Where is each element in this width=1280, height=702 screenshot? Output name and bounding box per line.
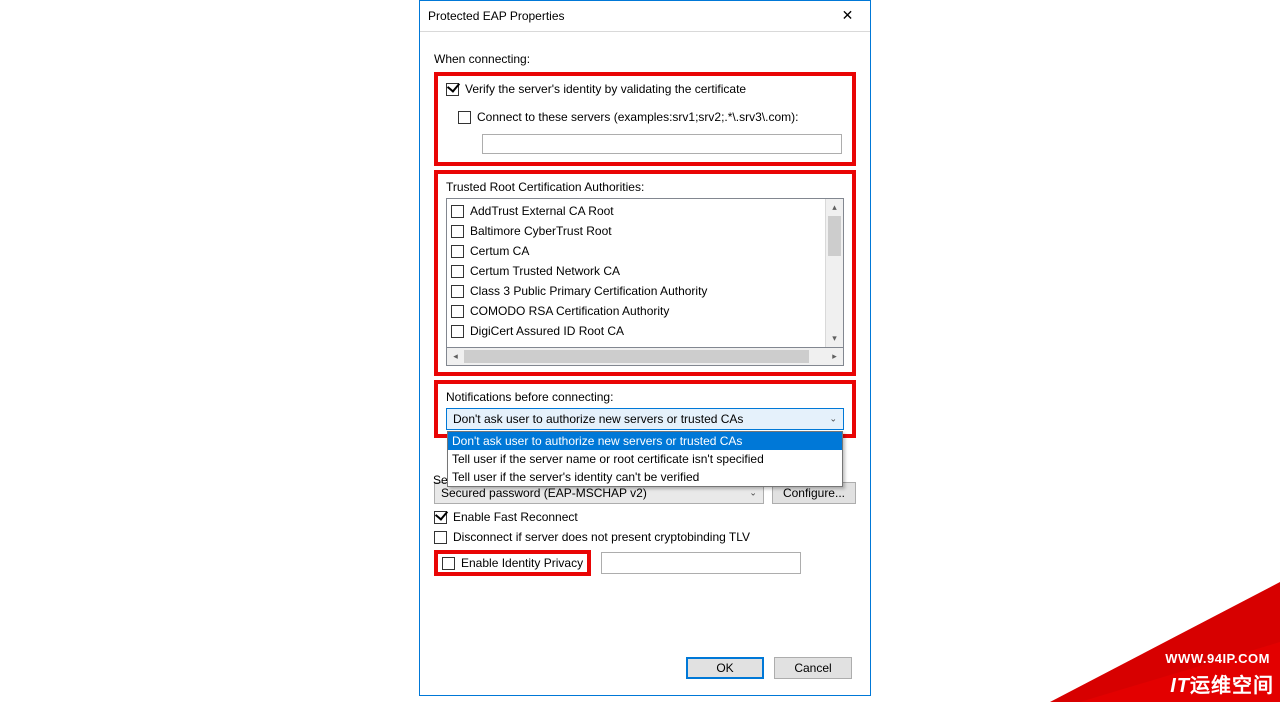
connect-servers-label: Connect to these servers (examples:srv1;…: [477, 110, 798, 124]
identity-privacy-input[interactable]: [601, 552, 801, 574]
verify-identity-label: Verify the server's identity by validati…: [465, 82, 746, 96]
ca-checkbox[interactable]: [451, 325, 464, 338]
identity-privacy-row: Enable Identity Privacy: [434, 550, 856, 576]
connect-servers-row[interactable]: Connect to these servers (examples:srv1;…: [458, 110, 844, 124]
ca-item[interactable]: COMODO RSA Certification Authority: [451, 301, 839, 321]
ca-label: Baltimore CyberTrust Root: [470, 224, 612, 238]
ca-item[interactable]: Certum Trusted Network CA: [451, 261, 839, 281]
ca-label: Class 3 Public Primary Certification Aut…: [470, 284, 707, 298]
scroll-left-icon[interactable]: ◂: [447, 348, 464, 365]
dialog-buttons: OK Cancel: [686, 657, 852, 679]
disconnect-crypto-checkbox[interactable]: [434, 531, 447, 544]
notifications-option[interactable]: Don't ask user to authorize new servers …: [448, 432, 842, 450]
trusted-root-label: Trusted Root Certification Authorities:: [446, 180, 844, 194]
ca-item[interactable]: Baltimore CyberTrust Root: [451, 221, 839, 241]
ca-checkbox[interactable]: [451, 305, 464, 318]
trusted-root-highlight: Trusted Root Certification Authorities: …: [434, 170, 856, 376]
dialog-title: Protected EAP Properties: [428, 9, 565, 23]
eap-properties-dialog: Protected EAP Properties ✕ When connecti…: [419, 0, 871, 696]
disconnect-crypto-label: Disconnect if server does not present cr…: [453, 530, 750, 544]
trusted-ca-listbox[interactable]: AddTrust External CA Root Baltimore Cybe…: [446, 198, 844, 348]
notifications-selected: Don't ask user to authorize new servers …: [453, 412, 743, 426]
notifications-dropdown[interactable]: Don't ask user to authorize new servers …: [446, 408, 844, 430]
identity-privacy-label: Enable Identity Privacy: [461, 556, 583, 570]
dialog-content: When connecting: Verify the server's ide…: [420, 32, 870, 584]
watermark-url: WWW.94IP.COM: [1165, 651, 1270, 666]
scroll-thumb[interactable]: [828, 216, 841, 256]
ca-label: AddTrust External CA Root: [470, 204, 614, 218]
hscroll-thumb[interactable]: [464, 350, 809, 363]
fast-reconnect-label: Enable Fast Reconnect: [453, 510, 578, 524]
verify-identity-row[interactable]: Verify the server's identity by validati…: [446, 82, 844, 96]
ca-checkbox[interactable]: [451, 225, 464, 238]
cancel-button[interactable]: Cancel: [774, 657, 852, 679]
chevron-down-icon: ⌄: [829, 414, 837, 425]
notifications-label: Notifications before connecting:: [446, 390, 844, 404]
watermark-brand: IT运维空间: [1170, 669, 1274, 698]
ca-label: COMODO RSA Certification Authority: [470, 304, 669, 318]
scroll-up-icon[interactable]: ▴: [826, 199, 843, 216]
notifications-dropdown-popup[interactable]: Don't ask user to authorize new servers …: [447, 431, 843, 487]
auth-method-label-partial: Se: [433, 473, 448, 487]
ca-checkbox[interactable]: [451, 285, 464, 298]
ca-vertical-scrollbar[interactable]: ▴ ▾: [825, 199, 843, 347]
when-connecting-label: When connecting:: [434, 52, 856, 66]
ok-button[interactable]: OK: [686, 657, 764, 679]
ca-horizontal-scrollbar[interactable]: ◂ ▸: [446, 348, 844, 366]
ca-label: DigiCert Assured ID Root CA: [470, 324, 624, 338]
ca-label: Certum CA: [470, 244, 529, 258]
disconnect-crypto-row[interactable]: Disconnect if server does not present cr…: [434, 530, 856, 544]
ca-checkbox[interactable]: [451, 205, 464, 218]
scroll-down-icon[interactable]: ▾: [826, 330, 843, 347]
ca-checkbox[interactable]: [451, 265, 464, 278]
ca-item[interactable]: DigiCert Assured ID Root CA: [451, 321, 839, 341]
connect-servers-checkbox[interactable]: [458, 111, 471, 124]
identity-privacy-checkbox[interactable]: [442, 557, 455, 570]
identity-privacy-highlight: Enable Identity Privacy: [434, 550, 591, 576]
notifications-highlight: Notifications before connecting: Don't a…: [434, 380, 856, 438]
verify-identity-checkbox[interactable]: [446, 83, 459, 96]
close-icon[interactable]: ✕: [825, 1, 870, 30]
connect-servers-input[interactable]: [482, 134, 842, 154]
scroll-right-icon[interactable]: ▸: [826, 348, 843, 365]
ca-checkbox[interactable]: [451, 245, 464, 258]
fast-reconnect-row[interactable]: Enable Fast Reconnect: [434, 510, 856, 524]
ca-label: Certum Trusted Network CA: [470, 264, 620, 278]
fast-reconnect-checkbox[interactable]: [434, 511, 447, 524]
ca-item[interactable]: Class 3 Public Primary Certification Aut…: [451, 281, 839, 301]
verify-section-highlight: Verify the server's identity by validati…: [434, 72, 856, 166]
title-bar[interactable]: Protected EAP Properties ✕: [420, 1, 870, 32]
ca-item[interactable]: AddTrust External CA Root: [451, 201, 839, 221]
notifications-option[interactable]: Tell user if the server name or root cer…: [448, 450, 842, 468]
notifications-option[interactable]: Tell user if the server's identity can't…: [448, 468, 842, 486]
chevron-down-icon: ⌄: [749, 488, 757, 499]
auth-method-selected: Secured password (EAP-MSCHAP v2): [441, 486, 647, 500]
ca-item[interactable]: Certum CA: [451, 241, 839, 261]
